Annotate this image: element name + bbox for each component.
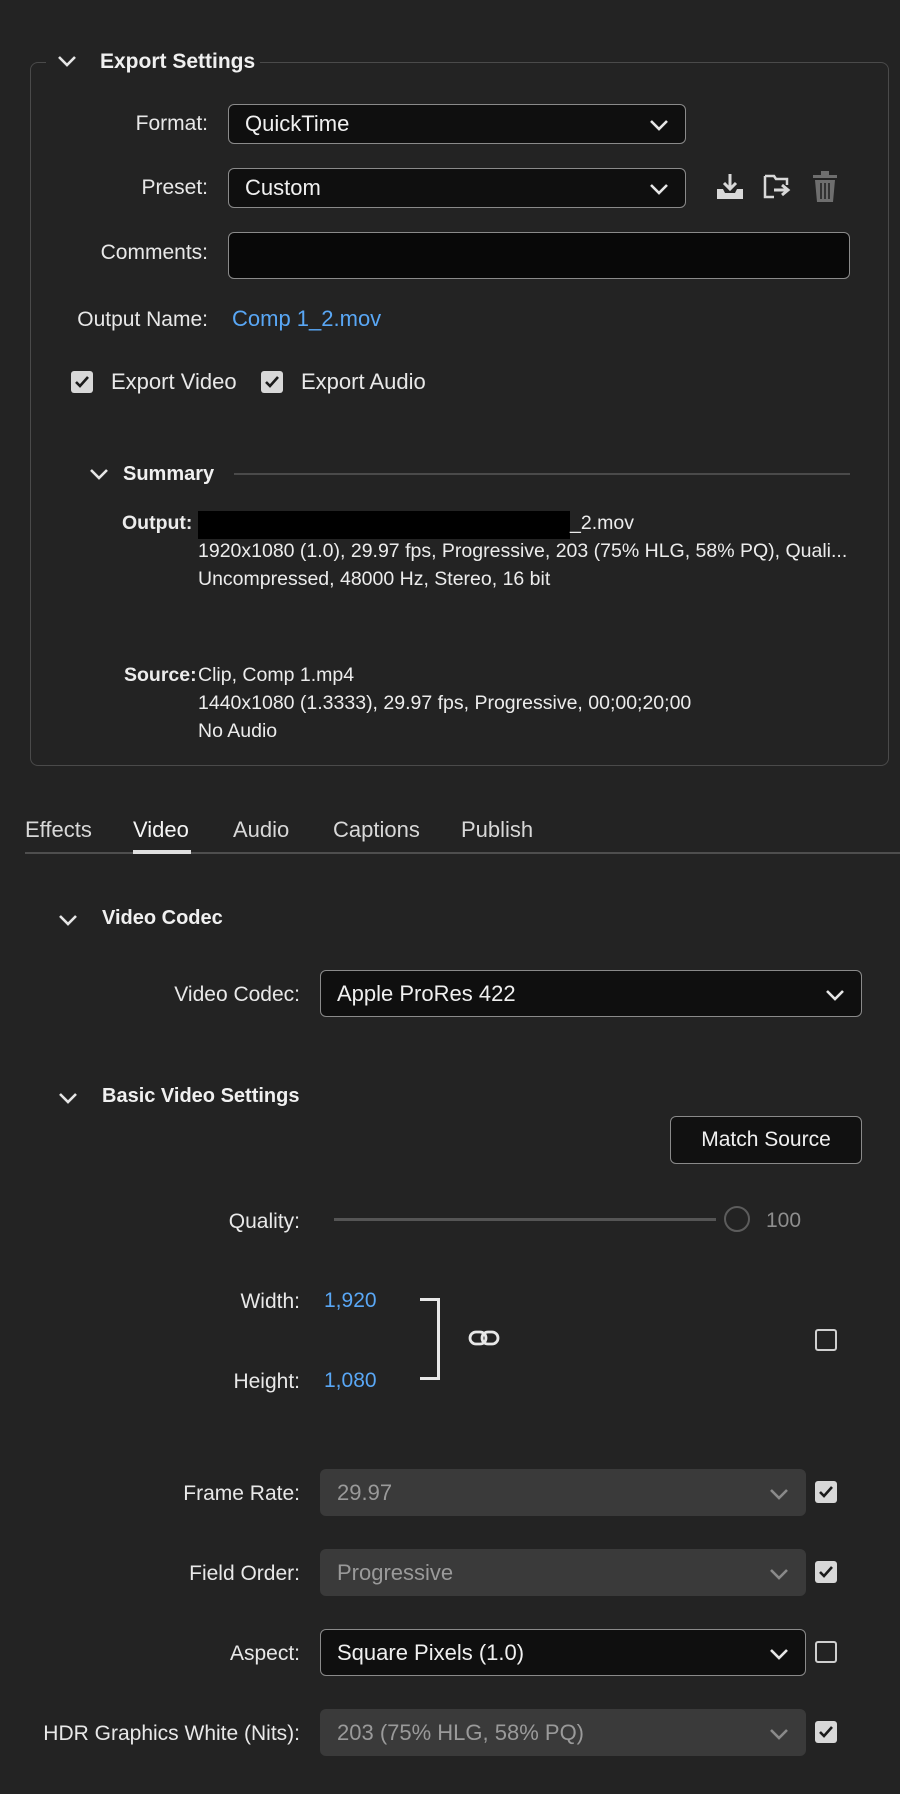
video-codec-label: Video Codec: <box>174 983 300 1006</box>
quality-slider-thumb[interactable] <box>724 1206 750 1232</box>
basic-video-collapse-icon[interactable] <box>57 1091 79 1105</box>
redacted-output-path <box>198 511 570 539</box>
chevron-down-icon <box>769 1480 789 1506</box>
hdr-graphics-white-value: 203 (75% HLG, 58% PQ) <box>337 1719 585 1745</box>
summary-source-clip: Clip, Comp 1.mp4 <box>198 664 355 686</box>
quality-slider-track[interactable] <box>334 1218 716 1221</box>
height-label: Height: <box>233 1370 300 1393</box>
summary-divider <box>234 473 850 475</box>
aspect-dropdown[interactable]: Square Pixels (1.0) <box>320 1629 806 1676</box>
preset-value: Custom <box>245 175 321 200</box>
chevron-down-icon <box>769 1640 789 1666</box>
dimension-match-checkbox[interactable] <box>815 1329 837 1351</box>
preset-label: Preset: <box>141 176 208 199</box>
export-settings-collapse-icon[interactable] <box>56 54 78 68</box>
field-order-label: Field Order: <box>189 1562 300 1585</box>
summary-collapse-icon[interactable] <box>88 467 110 481</box>
field-order-dropdown[interactable]: Progressive <box>320 1549 806 1596</box>
chevron-down-icon <box>769 1720 789 1746</box>
video-codec-dropdown[interactable]: Apple ProRes 422 <box>320 970 862 1017</box>
import-preset-icon[interactable] <box>762 171 794 208</box>
width-label: Width: <box>240 1290 300 1313</box>
format-label: Format: <box>135 112 208 135</box>
preset-dropdown[interactable]: Custom <box>228 168 686 208</box>
export-video-label: Export Video <box>111 369 237 394</box>
active-tab-indicator <box>133 850 191 854</box>
export-video-checkbox[interactable] <box>71 371 93 393</box>
tab-audio[interactable]: Audio <box>233 817 289 843</box>
frame-rate-value: 29.97 <box>337 1479 393 1505</box>
chevron-down-icon <box>769 1560 789 1586</box>
basic-video-section-title: Basic Video Settings <box>102 1085 300 1107</box>
tab-publish[interactable]: Publish <box>461 817 533 843</box>
comments-field[interactable] <box>228 232 850 279</box>
delete-preset-icon[interactable] <box>810 170 840 209</box>
output-name-link[interactable]: Comp 1_2.mov <box>232 306 381 332</box>
export-audio-checkbox[interactable] <box>261 371 283 393</box>
frame-rate-dropdown[interactable]: 29.97 <box>320 1469 806 1516</box>
field-order-value: Progressive <box>337 1559 454 1585</box>
frame-rate-label: Frame Rate: <box>183 1482 300 1505</box>
video-codec-section-title: Video Codec <box>102 907 223 929</box>
height-value[interactable]: 1,080 <box>324 1369 377 1393</box>
chevron-down-icon <box>825 981 845 1007</box>
chevron-down-icon <box>649 175 669 201</box>
summary-output-file: _2.mov <box>570 512 634 534</box>
field-order-match-checkbox[interactable] <box>815 1561 837 1583</box>
format-dropdown[interactable]: QuickTime <box>228 104 686 144</box>
hdr-graphics-white-dropdown[interactable]: 203 (75% HLG, 58% PQ) <box>320 1709 806 1756</box>
summary-output-label: Output: <box>122 512 193 534</box>
hdr-graphics-white-match-checkbox[interactable] <box>815 1721 837 1743</box>
summary-source-label: Source: <box>124 664 197 686</box>
dimension-bracket <box>420 1298 440 1380</box>
link-dimensions-icon[interactable] <box>468 1326 500 1355</box>
quality-label: Quality: <box>228 1210 300 1233</box>
tab-video[interactable]: Video <box>133 817 189 843</box>
aspect-label: Aspect: <box>229 1642 300 1665</box>
chevron-down-icon <box>649 111 669 137</box>
tab-effects[interactable]: Effects <box>25 817 92 843</box>
frame-rate-match-checkbox[interactable] <box>815 1481 837 1503</box>
save-preset-icon[interactable] <box>714 171 746 208</box>
hdr-graphics-white-label: HDR Graphics White (Nits): <box>43 1722 300 1745</box>
export-audio-label: Export Audio <box>301 369 426 394</box>
quality-value: 100 <box>766 1209 802 1232</box>
export-settings-title: Export Settings <box>100 50 256 73</box>
summary-output-audio: Uncompressed, 48000 Hz, Stereo, 16 bit <box>198 568 551 590</box>
output-name-label: Output Name: <box>77 308 208 331</box>
summary-source-audio: No Audio <box>198 720 278 742</box>
comments-label: Comments: <box>100 241 208 264</box>
summary-title: Summary <box>123 463 215 485</box>
match-source-button[interactable]: Match Source <box>670 1116 862 1164</box>
video-codec-value: Apple ProRes 422 <box>337 980 516 1006</box>
aspect-value: Square Pixels (1.0) <box>337 1639 525 1665</box>
summary-output-video: 1920x1080 (1.0), 29.97 fps, Progressive,… <box>198 540 848 562</box>
width-value[interactable]: 1,920 <box>324 1289 377 1313</box>
tab-captions[interactable]: Captions <box>333 817 420 843</box>
aspect-match-checkbox[interactable] <box>815 1641 837 1663</box>
summary-source-video: 1440x1080 (1.3333), 29.97 fps, Progressi… <box>198 692 692 714</box>
format-value: QuickTime <box>245 111 350 136</box>
video-codec-collapse-icon[interactable] <box>57 913 79 927</box>
